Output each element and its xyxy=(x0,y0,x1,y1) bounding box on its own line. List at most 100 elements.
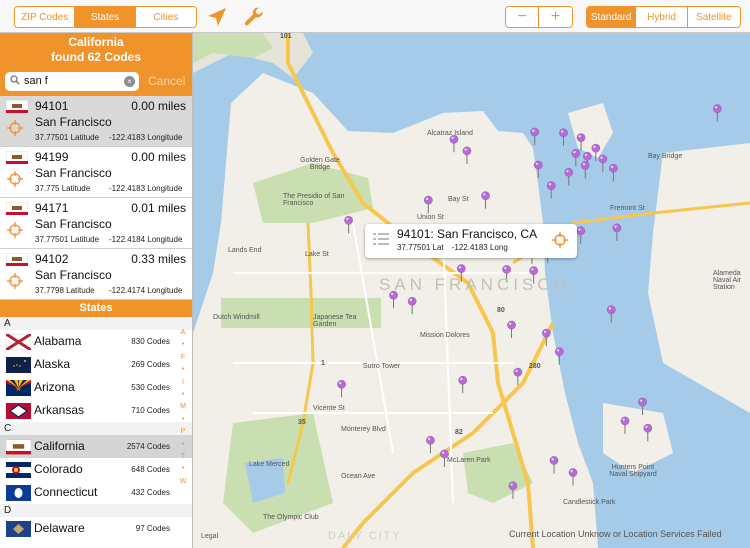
crosshair-icon[interactable] xyxy=(7,222,23,243)
index-letter[interactable]: M xyxy=(176,401,190,413)
state-row[interactable]: Alabama 830 Codes xyxy=(0,330,192,353)
map-view[interactable]: Alcatraz Island Bay Bridge Golden Gate B… xyxy=(193,33,750,548)
index-letter[interactable]: T xyxy=(176,451,190,463)
cities-tab[interactable]: Cities xyxy=(135,7,196,27)
state-row[interactable]: Alaska 269 Codes xyxy=(0,353,192,376)
delaware-flag-icon xyxy=(6,521,31,537)
search-input[interactable] xyxy=(24,73,119,89)
pin-head xyxy=(462,146,472,156)
pin-head xyxy=(508,481,518,491)
result-coordinates: 37.775 Latitude -122.4183 Longitude xyxy=(35,184,182,193)
pin-highlight xyxy=(622,418,625,421)
index-letter[interactable]: F xyxy=(176,352,190,364)
result-row[interactable]: 94199 0.00 miles San Francisco 37.775 Latit… xyxy=(0,147,192,198)
section-header: C xyxy=(0,422,192,435)
zip-pin[interactable] xyxy=(576,226,586,244)
pin-head xyxy=(571,148,581,158)
mission-dolores-label: Mission Dolores xyxy=(420,332,470,339)
standard-map-tab[interactable]: Standard xyxy=(587,7,637,27)
result-row[interactable]: 94101 0.00 miles San Francisco 37.77501 Lat… xyxy=(0,96,192,147)
zoom-in-button[interactable]: + xyxy=(539,7,572,27)
cancel-button[interactable]: Cancel xyxy=(148,74,185,88)
zip-pin[interactable] xyxy=(564,167,574,186)
state-count: 2574 Codes xyxy=(126,442,170,451)
zip-pin[interactable] xyxy=(598,154,608,173)
zip-pin[interactable] xyxy=(559,128,568,146)
pin-highlight xyxy=(535,162,539,165)
index-letter[interactable]: • xyxy=(176,389,190,401)
state-row[interactable]: Arkansas 710 Codes xyxy=(0,399,192,422)
pin-head xyxy=(425,435,435,445)
index-letter[interactable]: • xyxy=(176,463,190,475)
california-flag-icon xyxy=(5,252,29,267)
location-status: Current Location Unknow or Location Serv… xyxy=(509,529,722,539)
result-lat: 37.775 Latitude xyxy=(35,184,91,193)
pin-callout[interactable]: 94101: San Francisco, CA 37.77501 Lat -12… xyxy=(365,224,577,258)
index-letter[interactable]: • xyxy=(176,439,190,451)
state-row[interactable]: Connecticut 432 Codes xyxy=(0,481,192,504)
crosshair-icon[interactable] xyxy=(7,120,23,141)
alphabet-index[interactable]: A • F • I • M • P • T • W xyxy=(176,327,190,488)
crosshair-icon[interactable] xyxy=(552,232,568,248)
location-arrow-icon[interactable] xyxy=(205,5,229,29)
zip-pin[interactable] xyxy=(571,148,581,167)
zip-pin[interactable] xyxy=(606,305,616,323)
japanese-garden-label: Japanese Tea Garden xyxy=(313,314,357,328)
index-letter[interactable]: P xyxy=(176,426,190,438)
index-letter[interactable]: W xyxy=(176,476,190,488)
list-icon[interactable] xyxy=(373,232,389,246)
pin-head xyxy=(407,296,417,306)
pin-head xyxy=(344,215,354,225)
state-row[interactable]: California 2574 Codes xyxy=(0,435,192,458)
state-row[interactable]: Colorado 648 Codes xyxy=(0,458,192,481)
pin-head xyxy=(638,397,647,407)
wrench-icon[interactable] xyxy=(242,5,266,29)
callout-lat: 37.77501 Lat xyxy=(397,243,444,252)
zip-pin[interactable] xyxy=(546,181,556,199)
zip-pin[interactable] xyxy=(608,163,618,182)
index-letter[interactable]: • xyxy=(176,339,190,351)
satellite-map-tab[interactable]: Satellite xyxy=(687,7,740,27)
zip-pin[interactable] xyxy=(712,104,722,122)
alaska-flag-icon xyxy=(6,357,31,373)
callout-lon: -122.4183 Long xyxy=(451,243,508,252)
crosshair-icon[interactable] xyxy=(7,171,23,192)
route-101-shield: 101 xyxy=(280,33,292,40)
result-lon: -122.4184 Longitude xyxy=(109,235,183,244)
result-row[interactable]: 94102 0.33 miles San Francisco 37.7798 Lati… xyxy=(0,249,192,300)
pin-head xyxy=(533,160,543,170)
pin-highlight xyxy=(584,153,588,157)
state-name: Delaware xyxy=(34,521,85,535)
result-distance: 0.00 miles xyxy=(131,99,186,113)
state-row[interactable]: Arizona 530 Codes xyxy=(0,376,192,399)
result-zip: 94171 xyxy=(35,201,69,215)
index-letter[interactable]: • xyxy=(176,364,190,376)
pin-head xyxy=(423,195,433,205)
result-lon: -122.4183 Longitude xyxy=(109,184,183,193)
crosshair-icon[interactable] xyxy=(7,273,23,294)
callout-coordinates: 37.77501 Lat -122.4183 Long xyxy=(397,243,508,252)
clear-search-icon[interactable]: × xyxy=(124,75,135,87)
pin-head xyxy=(582,151,592,161)
result-row[interactable]: 94171 0.01 miles San Francisco 37.77501 Lat… xyxy=(0,198,192,249)
index-letter[interactable]: A xyxy=(176,327,190,339)
states-tab[interactable]: States xyxy=(75,7,136,27)
pin-highlight xyxy=(425,197,429,201)
zip-codes-tab[interactable]: ZIP Codes xyxy=(15,7,76,27)
pin-head xyxy=(507,320,516,330)
zip-pin[interactable] xyxy=(612,223,622,241)
california-flag-icon xyxy=(5,439,32,455)
index-letter[interactable]: I xyxy=(176,377,190,389)
result-distance: 0.00 miles xyxy=(131,150,186,164)
pin-highlight xyxy=(578,135,581,138)
state-row[interactable]: Delaware 97 Codes xyxy=(0,517,192,540)
pin-highlight xyxy=(515,369,518,373)
result-city: San Francisco xyxy=(35,166,112,180)
index-letter[interactable]: • xyxy=(176,414,190,426)
hybrid-map-tab[interactable]: Hybrid xyxy=(636,7,688,27)
dutch-windmill-label: Dutch Windmill xyxy=(213,314,260,321)
zip-pin[interactable] xyxy=(580,161,590,179)
zoom-out-button[interactable]: − xyxy=(506,7,540,27)
zip-pin[interactable] xyxy=(530,127,540,146)
legal-link[interactable]: Legal xyxy=(201,533,218,540)
